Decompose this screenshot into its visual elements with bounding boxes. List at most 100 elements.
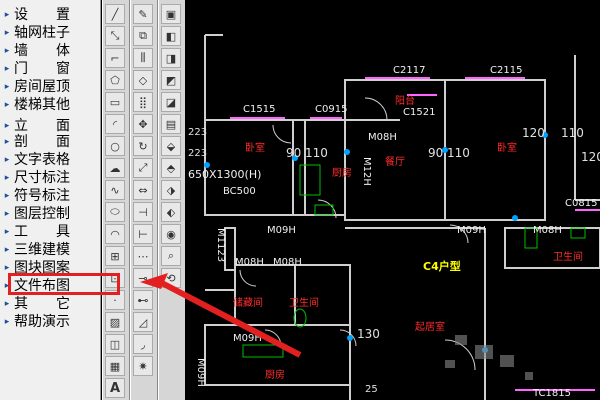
menu-item-dimensions[interactable]: ▸ 尺寸标注 <box>0 169 100 187</box>
camera-icon[interactable]: ◉ <box>161 224 181 244</box>
menu-item-layer-control[interactable]: ▸ 图层控制 <box>0 205 100 223</box>
axis-markers <box>204 132 548 353</box>
menu-item-3d-modeling[interactable]: ▸ 三维建模 <box>0 241 100 259</box>
expand-arrow-icon: ▸ <box>4 227 10 237</box>
menu-item-help-demo[interactable]: ▸ 帮助演示 <box>0 313 100 331</box>
menu-item-rooms-roofs[interactable]: ▸ 房间屋顶 <box>0 78 100 96</box>
door-label: M12H <box>361 157 372 186</box>
hatch-tool-icon[interactable]: ▨ <box>105 312 125 332</box>
view-top-icon[interactable]: ▣ <box>161 4 181 24</box>
expand-arrow-icon: ▸ <box>4 173 10 183</box>
menu-item-walls[interactable]: ▸ 墙 体 <box>0 42 100 60</box>
view-back-icon[interactable]: ▤ <box>161 114 181 134</box>
stretch-tool-icon[interactable]: ⇔ <box>133 180 153 200</box>
explode-tool-icon[interactable]: ✷ <box>133 356 153 376</box>
expand-arrow-icon: ▸ <box>4 317 10 327</box>
rectangle-tool-icon[interactable]: ▭ <box>105 92 125 112</box>
room-label: 厨房 <box>265 370 285 381</box>
dimension-label: 130 <box>357 327 380 341</box>
insert-block-tool-icon[interactable]: ⊞ <box>105 246 125 266</box>
door-label: M09H <box>233 333 262 344</box>
zoom-icon[interactable]: ⌕ <box>161 246 181 266</box>
unit-type-label: C4户型 <box>423 260 461 273</box>
cad-drawing-area[interactable]: C2117 C2115 C1515 C0915 C1521 C0815 TC18… <box>185 0 600 400</box>
arc-tool-icon[interactable]: ◜ <box>105 114 125 134</box>
offset-tool-icon[interactable]: ◇ <box>133 70 153 90</box>
view-toolbar: ▣ ◧ ◨ ◩ ◪ ▤ ⬙ ⬘ ⬗ ⬖ ◉ ⌕ ⟲ <box>158 0 186 400</box>
table-tool-icon[interactable]: ▦ <box>105 356 125 376</box>
dimension-label: 110 <box>447 146 470 160</box>
polygon-tool-icon[interactable]: ⬠ <box>105 70 125 90</box>
room-label: 卫生间 <box>553 252 583 263</box>
door-label: M08H <box>273 257 302 268</box>
view-bottom-icon[interactable]: ◧ <box>161 26 181 46</box>
circle-tool-icon[interactable]: ○ <box>105 136 125 156</box>
extend-tool-icon[interactable]: ⊢ <box>133 224 153 244</box>
room-label: 起居室 <box>415 322 445 333</box>
menu-item-section[interactable]: ▸ 剖 面 <box>0 133 100 151</box>
expand-arrow-icon: ▸ <box>4 64 10 74</box>
region-tool-icon[interactable]: ◫ <box>105 334 125 354</box>
room-label: 厨房 <box>332 168 352 179</box>
window-label: C0915 <box>315 104 348 115</box>
revcloud-tool-icon[interactable]: ☁ <box>105 158 125 178</box>
move-tool-icon[interactable]: ✥ <box>133 114 153 134</box>
expand-arrow-icon: ▸ <box>4 10 10 20</box>
room-label: 卫生间 <box>289 298 319 309</box>
draw-toolbar: ╱ ⤡ ⌐ ⬠ ▭ ◜ ○ ☁ ∿ ⬭ ◠ ⊞ ⊡ · ▨ ◫ ▦ A <box>102 0 130 400</box>
room-label: 餐厅 <box>385 157 405 168</box>
expand-arrow-icon: ▸ <box>4 137 10 147</box>
door-label: M09H <box>195 358 206 387</box>
door-label: M1123 <box>215 228 226 263</box>
view-left-icon[interactable]: ◨ <box>161 48 181 68</box>
door-label: M08H <box>533 225 562 236</box>
trim-tool-icon[interactable]: ⊣ <box>133 202 153 222</box>
view-right-icon[interactable]: ◩ <box>161 70 181 90</box>
modify-toolbar: ✎ ⧉ ⫼ ◇ ⣿ ✥ ↻ ⤢ ⇔ ⊣ ⊢ ⋯ ⊸ ⊷ ◿ ◞ ✷ <box>130 0 158 400</box>
polyline-tool-icon[interactable]: ⌐ <box>105 48 125 68</box>
ellipse-arc-tool-icon[interactable]: ◠ <box>105 224 125 244</box>
join-tool-icon[interactable]: ⊷ <box>133 290 153 310</box>
dimension-label: 650X1300(H) <box>188 168 262 181</box>
window-label: C1515 <box>243 104 276 115</box>
dimension-label: 223 <box>188 148 208 159</box>
view-front-icon[interactable]: ◪ <box>161 92 181 112</box>
orbit-icon[interactable]: ⟲ <box>161 268 181 288</box>
menu-item-settings[interactable]: ▸ 设 置 <box>0 6 100 24</box>
ellipse-tool-icon[interactable]: ⬭ <box>105 202 125 222</box>
view-iso-ne-icon[interactable]: ⬗ <box>161 180 181 200</box>
door-label: M08H <box>235 257 264 268</box>
tangent-menu-panel: ▸ 设 置 ▸ 轴网柱子 ▸ 墙 体 ▸ 门 窗 ▸ 房间屋顶 ▸ 楼梯其他 ▸ 立 面 ▸ 剖… <box>0 0 101 400</box>
expand-arrow-icon: ▸ <box>4 121 10 131</box>
menu-item-symbols[interactable]: ▸ 符号标注 <box>0 187 100 205</box>
view-iso-se-icon[interactable]: ⬘ <box>161 158 181 178</box>
xline-tool-icon[interactable]: ⤡ <box>105 26 125 46</box>
chamfer-tool-icon[interactable]: ◿ <box>133 312 153 332</box>
menu-item-axis-columns[interactable]: ▸ 轴网柱子 <box>0 24 100 42</box>
break-point-tool-icon[interactable]: ⋯ <box>133 246 153 266</box>
view-iso-sw-icon[interactable]: ⬙ <box>161 136 181 156</box>
menu-item-text-tables[interactable]: ▸ 文字表格 <box>0 151 100 169</box>
spline-tool-icon[interactable]: ∿ <box>105 180 125 200</box>
rotate-tool-icon[interactable]: ↻ <box>133 136 153 156</box>
scale-tool-icon[interactable]: ⤢ <box>133 158 153 178</box>
menu-item-other[interactable]: ▸ 其 它 <box>0 295 100 313</box>
door-label: M09H <box>457 225 486 236</box>
mirror-tool-icon[interactable]: ⫼ <box>133 48 153 68</box>
view-iso-nw-icon[interactable]: ⬖ <box>161 202 181 222</box>
expand-arrow-icon: ▸ <box>4 263 10 273</box>
window-label: C2117 <box>393 65 426 76</box>
menu-item-doors-windows[interactable]: ▸ 门 窗 <box>0 60 100 78</box>
menu-item-tools[interactable]: ▸ 工 具 <box>0 223 100 241</box>
expand-arrow-icon: ▸ <box>4 191 10 201</box>
break-tool-icon[interactable]: ⊸ <box>133 268 153 288</box>
array-tool-icon[interactable]: ⣿ <box>133 92 153 112</box>
menu-item-stairs-other[interactable]: ▸ 楼梯其他 <box>0 96 100 114</box>
copy-tool-icon[interactable]: ⧉ <box>133 26 153 46</box>
expand-arrow-icon: ▸ <box>4 209 10 219</box>
erase-tool-icon[interactable]: ✎ <box>133 4 153 24</box>
fillet-tool-icon[interactable]: ◞ <box>133 334 153 354</box>
line-tool-icon[interactable]: ╱ <box>105 4 125 24</box>
text-tool-icon[interactable]: A <box>105 378 125 398</box>
expand-arrow-icon: ▸ <box>4 28 10 38</box>
